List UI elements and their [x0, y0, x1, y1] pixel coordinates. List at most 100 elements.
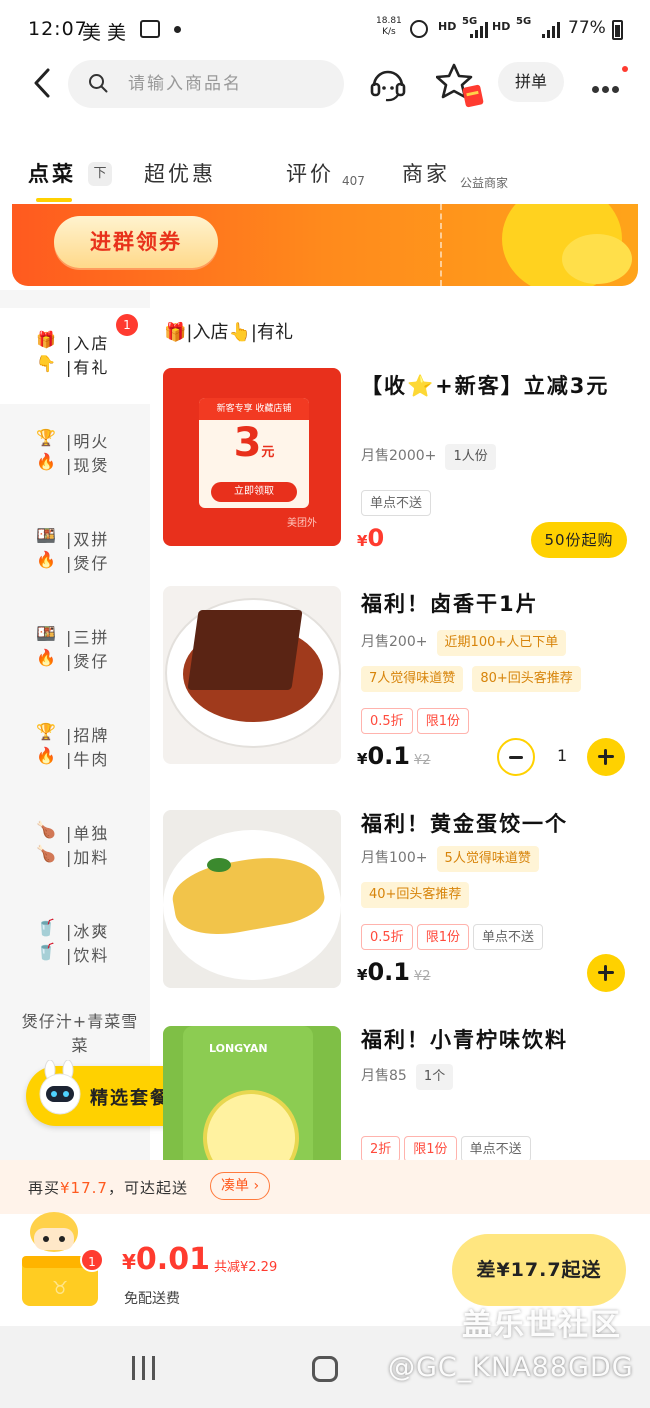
tab-deals[interactable]: 超优惠 — [144, 158, 216, 188]
sidebar-item-label: 煲仔 — [73, 652, 110, 671]
cart-total: ¥0.01 — [122, 1242, 210, 1277]
home-icon[interactable] — [312, 1356, 338, 1382]
sidebar-item-fresh-cooked[interactable]: 🏆 🔥 |明火 |现煲 — [0, 404, 150, 500]
notification-dot-icon — [174, 26, 181, 33]
discount-tag: 2折 — [361, 1136, 401, 1160]
bento-icon: 🍱 — [36, 526, 56, 545]
monthly-sales: 月售100+ — [361, 850, 428, 866]
sidebar-item-add-ons[interactable]: 🍗 🍗 |单独 |加料 — [0, 796, 150, 892]
fire-icon: 🔥 — [36, 746, 56, 765]
join-group-coupon-button[interactable]: 进群领券 — [54, 216, 218, 268]
sidebar-item-label: 三拼 — [73, 628, 110, 647]
mascot-duck-illustration — [562, 234, 632, 284]
drink-brand: LONGYAN — [209, 1042, 268, 1055]
price-value: 0.1 — [367, 742, 410, 770]
tab-merchant[interactable]: 商家 — [402, 158, 450, 188]
gift-icon: 🎁 — [36, 330, 56, 349]
delivery-fee-note: 免配送费 — [124, 1291, 180, 1307]
merchant-subtitle: 公益商家 — [460, 176, 509, 190]
price-value: 0.1 — [367, 958, 410, 986]
sidebar-item-signature-beef[interactable]: 🏆 🔥 |招牌 |牛肉 — [0, 698, 150, 794]
braised-tofu-image — [163, 586, 341, 764]
sidebar-item-welcome-gift[interactable]: 🎁 👇 |入店 |有礼 1 — [0, 308, 150, 404]
more-icon[interactable] — [592, 66, 628, 97]
search-icon — [89, 74, 108, 93]
sim2-hd-label: HD — [492, 20, 511, 33]
drumstick-icon: 🍗 — [36, 820, 56, 839]
repeat-customer-tag: 80+回头客推荐 — [472, 666, 581, 692]
signal-icon — [470, 22, 488, 38]
status-bar: 12:07 美 美 18.81 K/s HD 5G HD 5G 77% — [0, 0, 650, 60]
portion-tag: 1个 — [415, 1064, 454, 1090]
product-card[interactable]: 福利！黄金蛋饺一个 月售100+ 5人觉得味道赞 40+回头客推荐 0.5折 限1… — [163, 810, 643, 1000]
not-sold-alone-tag: 单点不送 — [460, 1136, 531, 1160]
sidebar-item-label: |双拼 — [66, 530, 110, 549]
product-card[interactable]: 福利！卤香干1片 月售200+ 近期100+人已下单 7人觉得味道赞 80+回头… — [163, 586, 643, 776]
promo-banner[interactable]: 进群领券 — [12, 204, 638, 286]
tip-suffix: ，可达起送 — [107, 1179, 188, 1197]
minimum-purchase-button[interactable]: 50份起购 — [531, 522, 627, 558]
sidebar-badge: 1 — [116, 314, 138, 336]
tab-reviews[interactable]: 评价 — [286, 158, 334, 188]
lime-drink-image: LONGYAN — [163, 1026, 341, 1160]
tab-order[interactable]: 点菜 — [28, 158, 76, 188]
robot-mascot-icon — [39, 1060, 81, 1115]
quantity-value: 1 — [557, 746, 568, 765]
add-items-button[interactable]: 凑单 › — [210, 1172, 271, 1200]
group-order-button[interactable]: 拼单 — [498, 62, 564, 102]
sidebar-item-label: |招牌 — [66, 726, 110, 745]
search-input[interactable] — [128, 70, 328, 98]
praise-tags: 40+回头客推荐 — [361, 882, 473, 908]
alarm-icon — [410, 20, 428, 38]
favorite-star-icon[interactable] — [436, 62, 486, 110]
product-name: 福利！小青柠味饮料 — [361, 1028, 568, 1052]
customer-service-icon[interactable] — [368, 64, 408, 104]
checkout-button[interactable]: 差¥17.7起送 — [452, 1234, 626, 1306]
product-name: 福利！黄金蛋饺一个 — [361, 812, 568, 836]
decrease-quantity-button[interactable] — [497, 738, 535, 776]
sidebar-item-triple-claypot[interactable]: 🍱 🔥 |三拼 |煲仔 — [0, 600, 150, 696]
drink-cup-icon: 🥤 — [36, 918, 56, 937]
more-notification-dot — [622, 66, 628, 72]
sidebar-item-label: 煲仔 — [73, 554, 110, 573]
limit-tag: 限1份 — [404, 1136, 457, 1160]
product-tags: 0.5折 限1份 — [361, 708, 473, 734]
product-card[interactable]: 新客专享 收藏店铺 3元 立即领取 美团外 【收⭐+新客】立减3元 月售2000… — [163, 368, 643, 558]
sidebar-item-label: 牛肉 — [73, 750, 110, 769]
portion-tag: 1人份 — [445, 444, 496, 470]
total-saved: 共减¥2.29 — [214, 1260, 278, 1275]
recent-apps-icon[interactable] — [132, 1356, 162, 1384]
image-watermark: 美团外 — [287, 518, 317, 529]
increase-quantity-button[interactable] — [587, 738, 625, 776]
status-time: 12:07 — [28, 18, 88, 40]
signal-icon — [542, 22, 560, 38]
product-meta: 月售100+ 5人觉得味道赞 — [361, 846, 543, 872]
active-tab-indicator — [36, 198, 72, 202]
search-bar[interactable] — [68, 60, 344, 108]
product-name: 福利！卤香干1片 — [361, 592, 539, 616]
fire-icon: 🔥 — [36, 550, 56, 569]
original-price: ¥2 — [413, 753, 431, 768]
coupon-card: 新客专享 收藏店铺 3元 立即领取 — [199, 398, 309, 508]
coupon-image: 新客专享 收藏店铺 3元 立即领取 美团外 — [163, 368, 341, 546]
tab-collapse-badge[interactable]: 下 — [88, 162, 112, 186]
add-to-cart-button[interactable] — [587, 954, 625, 992]
product-card[interactable]: LONGYAN 福利！小青柠味饮料 月售85 1个 2折 限1份 单点不送 — [163, 1026, 643, 1160]
add-items-label: 凑单 — [221, 1178, 249, 1194]
featured-set-meal-label: 精选套餐 — [90, 1088, 170, 1109]
sidebar-item-label: 明火 — [73, 432, 110, 451]
sidebar-item-cold-drinks[interactable]: 🥤 🥤 |冰爽 |饮料 — [0, 894, 150, 990]
monthly-sales: 月售2000+ — [361, 448, 437, 464]
sidebar-item-label: 加料 — [73, 848, 110, 867]
watermark-handle: @GC_KNA88GDG — [388, 1352, 634, 1383]
sidebar-item-double-claypot[interactable]: 🍱 🔥 |双拼 |煲仔 — [0, 502, 150, 598]
tip-text: 再买¥17.7，可达起送 — [28, 1177, 188, 1198]
network-speed-unit: K/s — [382, 27, 396, 37]
herb-garnish — [207, 858, 231, 872]
back-arrow-icon[interactable] — [28, 66, 58, 100]
product-meta: 月售2000+ 1人份 — [361, 444, 500, 470]
sidebar-item-label: |加料 — [66, 848, 110, 867]
price-value: 0 — [367, 524, 385, 552]
sidebar-item-label: |现煲 — [66, 456, 110, 475]
category-sidebar: 🎁 👇 |入店 |有礼 1 🏆 🔥 |明火 |现煲 🍱 🔥 |双拼 |煲仔 🍱 … — [0, 290, 150, 1160]
